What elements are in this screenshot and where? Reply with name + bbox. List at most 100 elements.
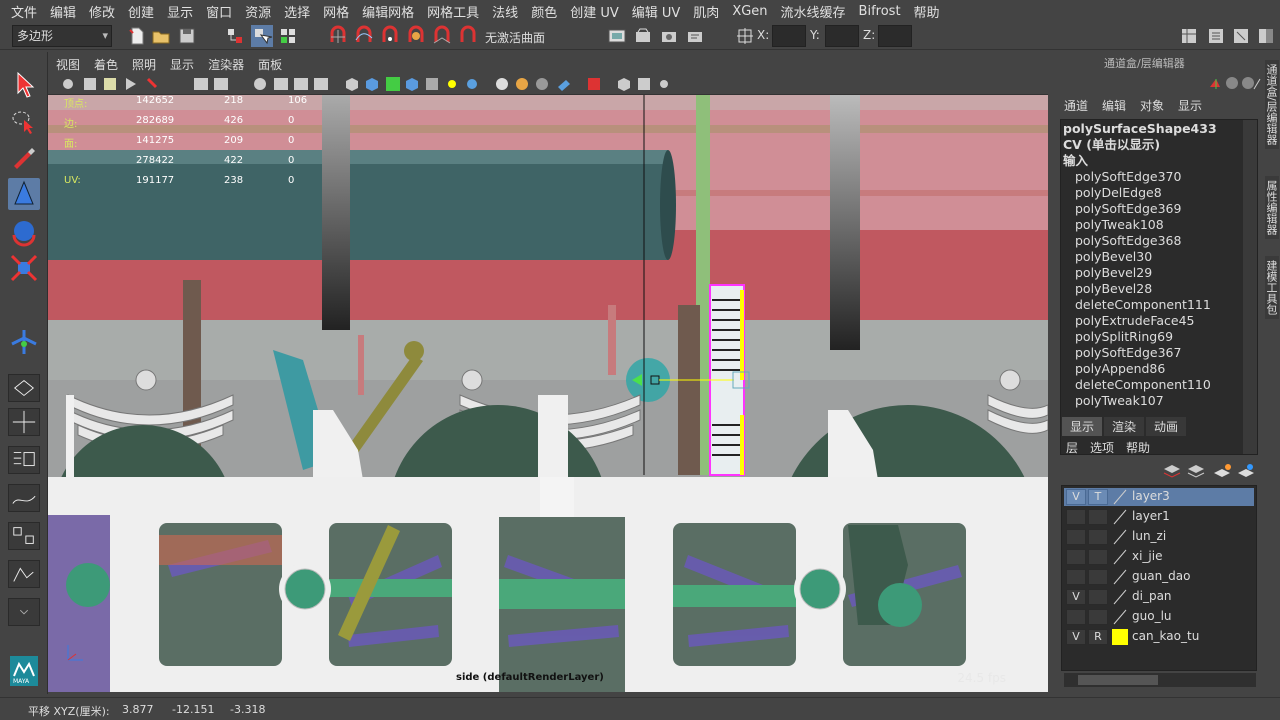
- history-node[interactable]: deleteComponent110: [1063, 377, 1257, 393]
- history-node[interactable]: polyAppend86: [1063, 361, 1257, 377]
- layer-color-swatch[interactable]: [1112, 549, 1128, 565]
- menu-item[interactable]: XGen: [727, 4, 775, 19]
- layer-visibility-toggle[interactable]: V: [1066, 489, 1086, 505]
- channel-box-scrollbar[interactable]: [1243, 120, 1257, 454]
- menu-item[interactable]: 资源: [240, 2, 279, 21]
- layer-color-swatch[interactable]: [1112, 489, 1128, 505]
- four-view-layout-icon[interactable]: [8, 408, 40, 436]
- layer-type-toggle[interactable]: [1088, 549, 1108, 565]
- layer-row[interactable]: V Rcan_kao_tu: [1064, 628, 1254, 646]
- rotate-tool-icon[interactable]: [8, 215, 40, 247]
- layer-row[interactable]: lun_zi: [1064, 528, 1254, 546]
- viewport-menu-item[interactable]: 视图: [56, 56, 80, 73]
- layer-visibility-toggle[interactable]: [1066, 609, 1086, 625]
- history-node[interactable]: polyTweak108: [1063, 217, 1257, 233]
- snap-grid-icon[interactable]: [327, 25, 349, 47]
- layer-color-swatch[interactable]: [1112, 529, 1128, 545]
- channel-box-header[interactable]: CV (单击以显示): [1063, 137, 1257, 153]
- menu-item[interactable]: 创建 UV: [565, 2, 627, 21]
- open-scene-icon[interactable]: [150, 25, 172, 47]
- channel-box-header[interactable]: 输入: [1063, 153, 1257, 169]
- menu-item[interactable]: 网格工具: [422, 2, 487, 21]
- layer-list[interactable]: V Tlayer3 layer1 lun_zi xi_jie guan_dao Vdi_pa…: [1061, 485, 1257, 671]
- menu-item[interactable]: Bifrost: [854, 4, 909, 19]
- layer-row[interactable]: layer1: [1064, 508, 1254, 526]
- layer-tab[interactable]: 渲染: [1104, 417, 1145, 436]
- move-tool-icon[interactable]: [8, 178, 40, 210]
- channel-box-menu-item[interactable]: 显示: [1178, 97, 1202, 114]
- select-tool-icon[interactable]: [8, 68, 40, 100]
- layer-type-toggle[interactable]: [1088, 609, 1108, 625]
- viewport-side[interactable]: 顶点: 142652 218 106 边: 282689 426 0 面: 141275 209 0 2…: [48, 95, 1048, 692]
- menu-item[interactable]: 网格: [318, 2, 357, 21]
- menu-item[interactable]: 显示: [162, 2, 201, 21]
- layer-visibility-toggle[interactable]: [1066, 529, 1086, 545]
- x-field[interactable]: [772, 25, 806, 47]
- history-node[interactable]: polySplitRing69: [1063, 329, 1257, 345]
- layer-color-swatch[interactable]: [1112, 569, 1128, 585]
- single-view-layout-icon[interactable]: [8, 374, 40, 402]
- layer-type-toggle[interactable]: [1088, 589, 1108, 605]
- side-tab[interactable]: 建模工具包: [1265, 256, 1279, 319]
- last-tool-icon[interactable]: [8, 326, 40, 358]
- select-object-icon[interactable]: [251, 25, 273, 47]
- menu-item[interactable]: 流水线缓存: [776, 2, 854, 21]
- layer-visibility-toggle[interactable]: V: [1066, 589, 1086, 605]
- history-node[interactable]: polyBevel28: [1063, 281, 1257, 297]
- layer-visibility-toggle[interactable]: [1066, 549, 1086, 565]
- history-node[interactable]: polyDelEdge8: [1063, 185, 1257, 201]
- make-live-icon[interactable]: [457, 25, 479, 47]
- select-hierarchy-icon[interactable]: [224, 25, 246, 47]
- layer-type-toggle[interactable]: [1088, 509, 1108, 525]
- channel-box-menu-item[interactable]: 通道: [1064, 97, 1088, 114]
- z-field[interactable]: [878, 25, 912, 47]
- menu-item[interactable]: 窗口: [201, 2, 240, 21]
- viewport-menu-item[interactable]: 着色: [94, 56, 118, 73]
- layer-visibility-toggle[interactable]: [1066, 569, 1086, 585]
- layer-hscroll[interactable]: [1064, 673, 1256, 687]
- layer-tab[interactable]: 显示: [1062, 417, 1103, 436]
- graph-layout-icon[interactable]: [8, 484, 40, 512]
- menu-item[interactable]: 编辑网格: [357, 2, 422, 21]
- new-scene-icon[interactable]: [126, 25, 148, 47]
- history-node[interactable]: polySoftEdge369: [1063, 201, 1257, 217]
- history-node[interactable]: polySoftEdge367: [1063, 345, 1257, 361]
- render-settings-icon[interactable]: [684, 25, 706, 47]
- menu-item[interactable]: 修改: [84, 2, 123, 21]
- history-node[interactable]: polyExtrudeFace45: [1063, 313, 1257, 329]
- viewport-menu-item[interactable]: 渲染器: [208, 56, 244, 73]
- render-current-icon[interactable]: [632, 25, 654, 47]
- channel-box-icon[interactable]: [1255, 25, 1277, 47]
- ipr-render-icon[interactable]: [658, 25, 680, 47]
- layer-row[interactable]: Vdi_pan: [1064, 588, 1254, 606]
- layer-menu-item[interactable]: 选项: [1090, 439, 1114, 456]
- history-node[interactable]: polyBevel29: [1063, 265, 1257, 281]
- history-node[interactable]: deleteComponent111: [1063, 297, 1257, 313]
- menu-item[interactable]: 颜色: [526, 2, 565, 21]
- layer-action-icons[interactable]: [1158, 461, 1254, 481]
- layer-tab[interactable]: 动画: [1146, 417, 1187, 436]
- channel-box-menu-item[interactable]: 对象: [1140, 97, 1164, 114]
- snap-projected-icon[interactable]: [405, 25, 427, 47]
- modeling-toolkit-icon[interactable]: [1178, 25, 1200, 47]
- layer-row[interactable]: guo_lu: [1064, 608, 1254, 626]
- menu-item[interactable]: 法线: [487, 2, 526, 21]
- channel-box-list[interactable]: polySurfaceShape433 CV (单击以显示) 输入 polySoftE…: [1060, 119, 1258, 455]
- outliner-layout-icon[interactable]: [8, 446, 40, 474]
- absolute-transform-icon[interactable]: [734, 25, 756, 47]
- menu-item[interactable]: 编辑: [45, 2, 84, 21]
- layer-type-toggle[interactable]: T: [1088, 489, 1108, 505]
- menu-item[interactable]: 肌肉: [688, 2, 727, 21]
- history-node[interactable]: polyBevel30: [1063, 249, 1257, 265]
- layer-color-swatch[interactable]: [1112, 609, 1128, 625]
- layer-color-swatch[interactable]: [1112, 589, 1128, 605]
- snap-point-icon[interactable]: [379, 25, 401, 47]
- scale-tool-icon[interactable]: [8, 252, 40, 284]
- viewport-menu-item[interactable]: 面板: [258, 56, 282, 73]
- menu-item[interactable]: 帮助: [909, 2, 948, 21]
- layer-color-swatch[interactable]: [1112, 629, 1128, 645]
- layer-type-toggle[interactable]: R: [1088, 629, 1108, 645]
- select-component-icon[interactable]: [277, 25, 299, 47]
- layer-visibility-toggle[interactable]: V: [1066, 629, 1086, 645]
- layer-row[interactable]: guan_dao: [1064, 568, 1254, 586]
